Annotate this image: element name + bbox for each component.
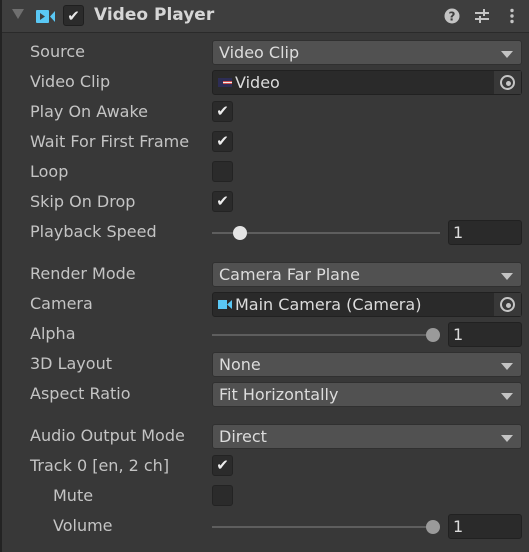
foldout-arrow-icon[interactable] [12,9,24,19]
3d-layout-dropdown[interactable]: None [212,352,522,377]
object-value: Video [235,73,280,92]
property-row-skip-on-drop: Skip On Drop ✔ [0,187,529,217]
property-label: Skip On Drop [30,192,136,211]
property-label: Track 0 [en, 2 ch] [30,456,170,475]
playback-speed-slider-thumb[interactable] [233,226,248,240]
object-picker-icon[interactable] [493,71,521,94]
property-label: Play On Awake [30,102,148,121]
play-on-awake-checkbox[interactable]: ✔ [212,101,233,122]
chevron-down-icon [501,363,513,370]
component-header[interactable]: ✔ Video Player ? [2,0,529,33]
dropdown-value: Video Clip [219,43,300,62]
svg-text:?: ? [449,10,456,24]
property-label: 3D Layout [30,354,112,373]
property-row-3d-layout: 3D Layout None [0,349,529,379]
property-label: Audio Output Mode [30,426,185,445]
property-row-aspect-ratio: Aspect Ratio Fit Horizontally [0,379,529,409]
aspect-ratio-dropdown[interactable]: Fit Horizontally [212,382,522,407]
property-row-play-on-awake: Play On Awake ✔ [0,97,529,127]
property-label: Video Clip [30,72,111,91]
skip-on-drop-checkbox[interactable]: ✔ [212,191,233,212]
property-label: Aspect Ratio [30,384,131,403]
chevron-down-icon [501,435,513,442]
property-row-camera: Camera Main Camera (Camera) [0,289,529,319]
dropdown-value: None [219,355,261,374]
camera-object-field[interactable]: Main Camera (Camera) [212,292,522,317]
loop-checkbox[interactable] [212,161,233,182]
video-clip-object-field[interactable]: Video [212,70,522,95]
property-row-volume: Volume 1 [0,511,529,541]
dropdown-value: Fit Horizontally [219,385,339,404]
source-dropdown[interactable]: Video Clip [212,40,522,65]
dropdown-value: Direct [219,427,267,446]
property-label: Source [30,42,85,61]
wait-for-first-frame-checkbox[interactable]: ✔ [212,131,233,152]
property-row-loop: Loop [0,157,529,187]
component-title: Video Player [94,5,215,25]
property-label: Mute [53,486,94,505]
property-row-render-mode: Render Mode Camera Far Plane [0,259,529,289]
volume-number-field[interactable]: 1 [448,514,522,539]
property-label: Volume [53,516,113,535]
property-label: Loop [30,162,69,181]
number-value: 1 [453,325,464,344]
help-icon[interactable]: ? [442,6,462,26]
video-player-icon [36,10,55,23]
number-value: 1 [453,517,464,536]
property-label: Camera [30,294,93,313]
dropdown-value: Camera Far Plane [219,265,360,284]
object-picker-icon[interactable] [493,293,521,316]
property-label: Playback Speed [30,222,157,241]
property-row-wait-for-first-frame: Wait For First Frame ✔ [0,127,529,157]
property-row-source: Source Video Clip [0,37,529,67]
object-value: Main Camera (Camera) [235,295,422,314]
chevron-down-icon [501,393,513,400]
track-0-en-2-ch-checkbox[interactable]: ✔ [212,455,233,476]
volume-slider-thumb[interactable] [426,520,440,534]
property-row-mute: Mute [0,481,529,511]
volume-slider-track[interactable] [212,526,440,528]
property-label: Alpha [30,324,76,343]
component-enabled-checkbox[interactable]: ✔ [63,5,84,26]
playback-speed-number-field[interactable]: 1 [448,220,522,245]
more-options-icon[interactable] [502,6,522,26]
property-row-alpha: Alpha 1 [0,319,529,349]
chevron-down-icon [501,51,513,58]
chevron-down-icon [501,273,513,280]
mute-checkbox[interactable] [212,485,233,506]
number-value: 1 [453,223,464,242]
property-row-playback-speed: Playback Speed 1 [0,217,529,247]
audio-output-mode-dropdown[interactable]: Direct [212,424,522,449]
render-mode-dropdown[interactable]: Camera Far Plane [212,262,522,287]
property-label: Wait For First Frame [30,132,190,151]
alpha-slider-thumb[interactable] [426,328,440,342]
alpha-number-field[interactable]: 1 [448,322,522,347]
presets-icon[interactable] [472,6,492,26]
property-row-track-0-en-2-ch: Track 0 [en, 2 ch] ✔ [0,451,529,481]
property-label: Render Mode [30,264,136,283]
property-row-video-clip: Video Clip Video [0,67,529,97]
property-row-audio-output-mode: Audio Output Mode Direct [0,421,529,451]
alpha-slider-track[interactable] [212,334,440,336]
